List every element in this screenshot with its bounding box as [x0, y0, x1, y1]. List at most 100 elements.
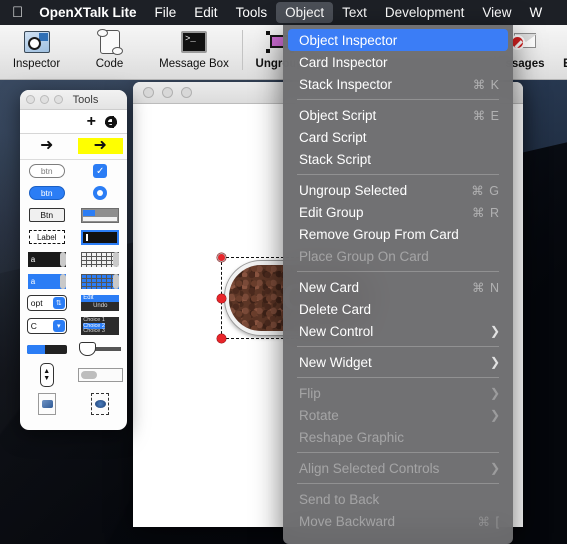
tool-stepper[interactable]: ▲ ▼ — [24, 363, 69, 387]
messages-blocked-icon — [510, 28, 540, 56]
tool-default-button[interactable]: btn — [24, 186, 69, 200]
menu-item-object-inspector[interactable]: Object Inspector — [288, 29, 508, 51]
tools-palette[interactable]: Tools + ➜ ➜ btn ✓ btn Btn Label a a opt … — [20, 90, 127, 430]
menu-item-edit-group[interactable]: Edit Group ⌘ R — [283, 201, 513, 223]
tool-edit-pointer[interactable]: ➜ — [77, 137, 123, 154]
menu-item-object-script[interactable]: Object Script ⌘ E — [283, 104, 513, 126]
tool-row-7: opt ⇅ Edit Undo — [20, 292, 127, 314]
radio-button-icon — [93, 186, 108, 200]
selection-handle-bottom-left[interactable] — [217, 334, 226, 343]
toolbar-label-message-box: Message Box — [159, 58, 229, 70]
menu-item-label: New Card — [299, 279, 360, 295]
menubar-item-edit[interactable]: Edit — [185, 2, 226, 23]
stepper-up-arrow: ▲ — [43, 368, 51, 375]
slider-icon — [79, 342, 122, 356]
zoom-button[interactable] — [181, 87, 192, 98]
cursor-move-icon: ➜ — [93, 137, 107, 154]
tool-tab-panel[interactable] — [78, 207, 123, 223]
menu-separator — [297, 452, 499, 453]
menu-item-shortcut: ⌘ R — [472, 205, 500, 220]
menu-item-label: Stack Script — [299, 151, 372, 167]
tool-text-field[interactable] — [78, 229, 123, 245]
submenu-chevron-icon: ❯ — [489, 355, 500, 369]
tool-row-1: btn ✓ — [20, 160, 127, 182]
menubar-item-view[interactable]: View — [473, 2, 520, 23]
close-button[interactable] — [143, 87, 154, 98]
tool-scrolling-list[interactable]: a — [24, 273, 69, 289]
tool-row-11 — [20, 390, 127, 418]
menu-item-label: Place Group On Card — [299, 248, 429, 264]
menubar-item-text[interactable]: Text — [333, 2, 376, 23]
choice-3: Choice 3 — [83, 328, 105, 334]
menu-item-stack-script[interactable]: Stack Script — [283, 148, 513, 170]
menubar-item-openxtalk-lite[interactable]: OpenXTalk Lite — [34, 2, 145, 23]
menubar-item-tools[interactable]: Tools — [227, 2, 277, 23]
menu-item-delete-card[interactable]: Delete Card — [283, 298, 513, 320]
menu-item-label: Flip — [299, 385, 321, 401]
add-icon[interactable]: + — [87, 113, 96, 130]
object-dropdown-menu[interactable]: Object Inspector Card Inspector Stack Insp… — [283, 25, 513, 544]
tool-image-area[interactable] — [24, 393, 69, 415]
tool-progress-bar[interactable] — [24, 344, 69, 354]
menu-item-new-widget[interactable]: New Widget ❯ — [283, 351, 513, 373]
table-scrollbar-icon — [113, 251, 120, 267]
menu-item-shortcut: ⌘ K — [472, 77, 500, 92]
menu-item-label: Move Backward — [299, 513, 396, 529]
menubar-item-window[interactable]: W — [520, 2, 551, 23]
tool-row-pointers: ➜ ➜ — [20, 134, 127, 160]
tool-table-field[interactable] — [78, 251, 123, 267]
menu-item-label: Reshape Graphic — [299, 429, 405, 445]
toolbar-item-partial[interactable]: E — [552, 25, 567, 70]
default-button-icon: btn — [28, 186, 65, 200]
tool-row-10: ▲ ▼ — [20, 360, 127, 390]
selection-handle-top-left[interactable] — [217, 253, 226, 262]
menu-item-remove-group-from-card[interactable]: Remove Group From Card — [283, 223, 513, 245]
menu-item-card-script[interactable]: Card Script — [283, 126, 513, 148]
menu-item-shortcut: ⌘ G — [471, 183, 500, 198]
menu-item-stack-inspector[interactable]: Stack Inspector ⌘ K — [283, 73, 513, 95]
scrolling-list-letter: a — [30, 276, 36, 286]
menubar-item-object[interactable]: Object — [276, 2, 334, 23]
tool-row-9 — [20, 338, 127, 360]
menu-separator — [297, 483, 499, 484]
menu-item-card-inspector[interactable]: Card Inspector — [283, 51, 513, 73]
checkbox-icon: ✓ — [93, 164, 108, 178]
tool-slider[interactable] — [78, 342, 123, 356]
tool-rect-button[interactable]: Btn — [24, 208, 69, 222]
tools-palette-titlebar[interactable]: Tools — [20, 90, 127, 110]
tool-pulldown-menu[interactable]: Edit Undo — [78, 295, 123, 311]
menu-item-new-control[interactable]: New Control ❯ — [283, 320, 513, 342]
submenu-chevron-icon: ❯ — [489, 386, 500, 400]
tool-browse-pointer[interactable]: ➜ — [24, 138, 69, 154]
menubar-item-file[interactable]: File — [146, 2, 186, 23]
tool-checkbox[interactable]: ✓ — [78, 164, 123, 178]
menu-item-shortcut: ⌘ N — [472, 280, 500, 295]
menu-separator — [297, 99, 499, 100]
menubar-item-development[interactable]: Development — [376, 2, 474, 23]
menu-item-ungroup-selected[interactable]: Ungroup Selected ⌘ G — [283, 179, 513, 201]
tool-radio-button[interactable] — [78, 186, 123, 200]
slider-knob — [79, 342, 97, 356]
menu-item-new-card[interactable]: New Card ⌘ N — [283, 276, 513, 298]
tool-round-button[interactable]: btn — [24, 164, 69, 178]
toolbar-item-inspector[interactable]: Inspector — [0, 25, 73, 70]
tool-popup-list[interactable]: Choice 1 Choice 2 Choice 3 — [78, 317, 123, 335]
tool-row-3: Btn — [20, 204, 127, 226]
tool-combo-box[interactable]: C ▾ — [24, 318, 69, 334]
tool-label-field[interactable]: Label — [24, 230, 69, 244]
gear-icon[interactable] — [105, 115, 117, 128]
tool-scrolling-field[interactable]: a — [24, 251, 69, 267]
apple-logo-icon[interactable]:  — [0, 5, 34, 20]
menu-item-label: Stack Inspector — [299, 76, 393, 92]
tool-scrollbar[interactable] — [77, 368, 123, 382]
tool-player[interactable] — [78, 393, 123, 415]
system-menu-bar:  OpenXTalk Lite File Edit Tools Object … — [0, 0, 567, 25]
menu-item-send-to-back: Send to Back — [283, 488, 513, 510]
text-field-icon — [81, 229, 120, 245]
tool-data-grid[interactable] — [78, 273, 123, 289]
scrolling-list-icon: a — [27, 273, 66, 289]
toolbar-item-message-box[interactable]: >_ Message Box — [146, 25, 242, 70]
tool-option-menu[interactable]: opt ⇅ — [24, 295, 69, 311]
toolbar-item-code[interactable]: Code — [73, 25, 146, 70]
minimize-button[interactable] — [162, 87, 173, 98]
